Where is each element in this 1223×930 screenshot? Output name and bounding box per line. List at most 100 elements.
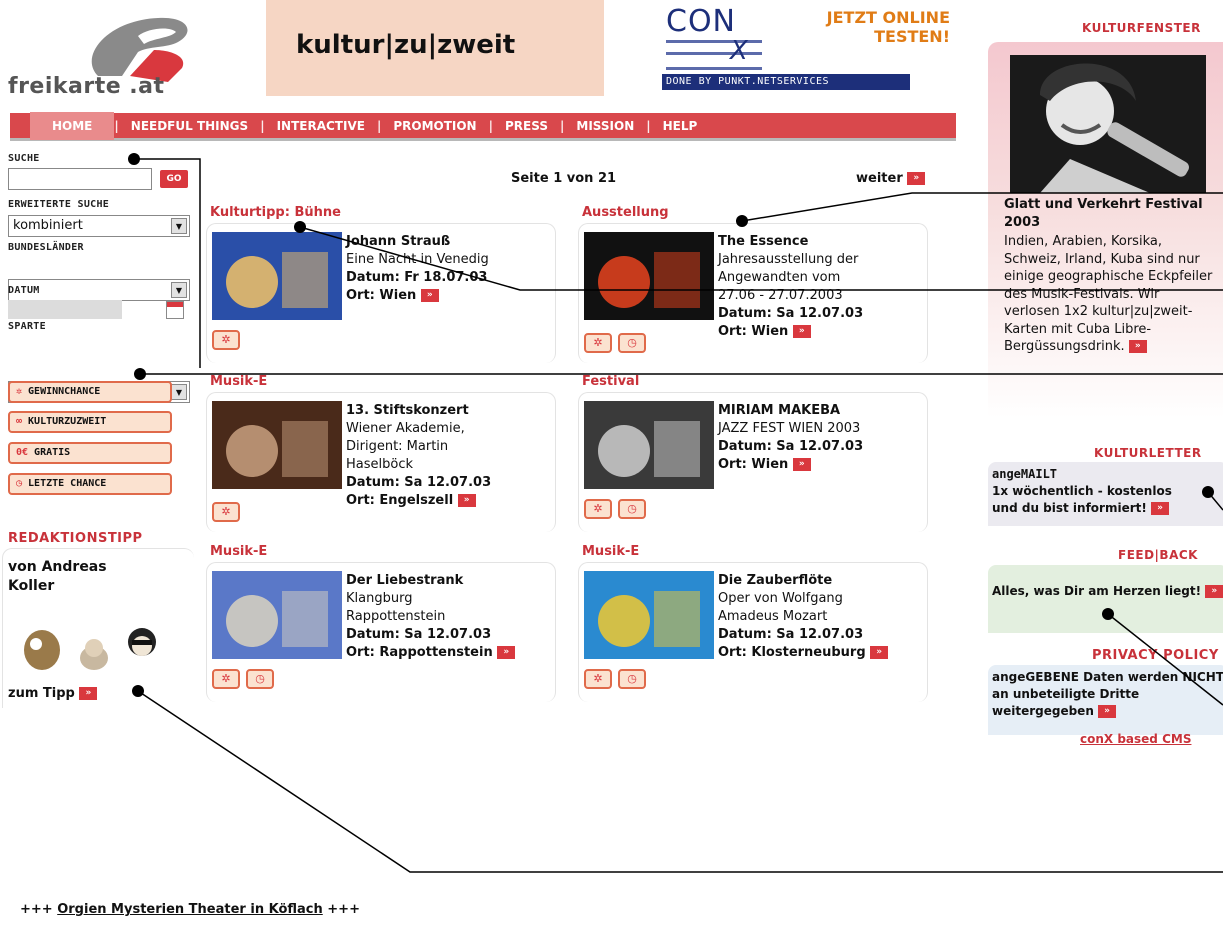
clock-icon[interactable]: ◷	[618, 669, 646, 689]
calendar-icon[interactable]	[166, 301, 184, 319]
event-card: Festival MIRIAM MAKEBA JAZZ FEST WIEN 20…	[578, 374, 932, 539]
arrow-right-icon[interactable]: »	[1151, 502, 1170, 515]
gratis-button[interactable]: 0€ GRATIS	[8, 442, 172, 464]
nav-separator: |	[488, 118, 493, 133]
ticker-link[interactable]: Orgien Mysterien Theater in Köflach	[57, 902, 323, 917]
search-label: SUCHE	[8, 153, 40, 164]
nav-press[interactable]: PRESS	[493, 119, 560, 133]
next-page-link[interactable]: weiter »	[856, 171, 926, 186]
event-card: Kulturtipp: Bühne Johann Strauß Eine Nac…	[206, 205, 560, 370]
event-desc-line: Eine Nacht in Venedig	[346, 252, 489, 267]
event-date: Datum: Sa 12.07.03	[718, 627, 864, 642]
event-thumbnail[interactable]	[212, 571, 342, 659]
arrow-right-icon[interactable]: »	[1205, 585, 1223, 598]
event-text: Der Liebestrank Klangburg Rappottenstein …	[346, 572, 556, 662]
clock-icon[interactable]: ◷	[618, 333, 646, 353]
kulturfenster-heading: KULTURFENSTER	[1082, 21, 1201, 35]
arrow-right-icon[interactable]: »	[792, 325, 811, 338]
nav-interactive[interactable]: INTERACTIVE	[265, 119, 377, 133]
event-card: Musik-E Der Liebestrank Klangburg Rappott…	[206, 544, 560, 709]
feedback-box[interactable]: Alles, was Dir am Herzen liegt! »	[988, 565, 1223, 633]
event-title[interactable]: MIRIAM MAKEBA	[718, 402, 928, 420]
event-text: 13. Stiftskonzert Wiener Akademie, Dirige…	[346, 402, 556, 510]
gewinnchance-button[interactable]: ✲ GEWINNCHANCE	[8, 381, 172, 403]
event-title[interactable]: 13. Stiftskonzert	[346, 402, 556, 420]
arrow-right-icon[interactable]: »	[497, 646, 516, 659]
redaktionstipp-heading: REDAKTIONSTIPP	[8, 531, 143, 546]
event-thumbnail[interactable]	[212, 232, 342, 320]
star-icon[interactable]: ✲	[584, 669, 612, 689]
event-place-row: Ort: Wien »	[346, 287, 556, 305]
clock-icon[interactable]: ◷	[618, 499, 646, 519]
feature-title[interactable]: Glatt und Verkehrt Festival 2003	[1004, 196, 1212, 232]
event-category[interactable]: Ausstellung	[582, 205, 932, 220]
event-title[interactable]: Johann Strauß	[346, 233, 556, 251]
kulturletter-box[interactable]: angeMAILT 1x wöchentlich - kostenlos und…	[988, 462, 1223, 526]
arrow-right-icon[interactable]: »	[1128, 340, 1147, 353]
event-thumbnail[interactable]	[584, 571, 714, 659]
nav-home[interactable]: HOME	[30, 111, 115, 140]
gewinnchance-label: GEWINNCHANCE	[28, 386, 101, 397]
event-category[interactable]: Musik-E	[210, 374, 560, 389]
nav-help[interactable]: HELP	[651, 119, 710, 133]
datum-input[interactable]	[8, 300, 122, 319]
event-title[interactable]: Der Liebestrank	[346, 572, 556, 590]
nav-promotion[interactable]: PROMOTION	[381, 119, 488, 133]
conx-slogan: JETZT ONLINE TESTEN!	[778, 8, 950, 46]
logo-text: freikarte .at	[8, 74, 165, 99]
event-title[interactable]: Die Zauberflöte	[718, 572, 928, 590]
privacy-box[interactable]: angeGEBENE Daten werden NICHT an unbetei…	[988, 665, 1223, 735]
search-input[interactable]	[8, 168, 152, 190]
event-category[interactable]: Musik-E	[582, 544, 932, 559]
arrow-right-icon[interactable]: »	[870, 646, 889, 659]
news-ticker: +++ Orgien Mysterien Theater in Köflach …	[20, 902, 360, 917]
arrow-right-icon[interactable]: »	[1098, 705, 1117, 718]
pointer-line-search	[134, 158, 201, 368]
event-title[interactable]: The Essence	[718, 233, 928, 251]
nav-mission[interactable]: MISSION	[564, 119, 646, 133]
letzte-chance-button[interactable]: ◷ LETZTE CHANCE	[8, 473, 172, 495]
star-icon[interactable]: ✲	[212, 669, 240, 689]
event-desc-line: Jahresausstellung der	[718, 252, 859, 267]
event-card: Ausstellung The Essence Jahresausstellun…	[578, 205, 932, 370]
conx-slogan-line2: TESTEN!	[874, 27, 950, 46]
event-desc-line: Dirigent: Martin	[346, 439, 449, 454]
event-place-row: Ort: Klosterneuburg »	[718, 644, 928, 662]
clock-icon[interactable]: ◷	[246, 669, 274, 689]
event-thumbnail[interactable]	[584, 232, 714, 320]
chevron-down-icon: ▼	[171, 384, 187, 400]
violinist-photo[interactable]	[1010, 55, 1206, 193]
event-category[interactable]: Musik-E	[210, 544, 560, 559]
go-button[interactable]: GO	[160, 170, 188, 188]
star-icon[interactable]: ✲	[584, 499, 612, 519]
glasses-icon: ∞	[16, 416, 23, 427]
kulturzuzweit-button[interactable]: ∞ KULTURZUZWEIT	[8, 411, 172, 433]
event-place: Ort: Wien	[718, 457, 789, 472]
feature-text: Indien, Arabien, Korsika, Schweiz, Irlan…	[1004, 233, 1214, 356]
event-thumbnail[interactable]	[584, 401, 714, 489]
star-icon[interactable]: ✲	[584, 333, 612, 353]
star-icon[interactable]: ✲	[212, 502, 240, 522]
star-icon[interactable]: ✲	[212, 330, 240, 350]
kulturzuzweit-label: KULTURZUZWEIT	[28, 416, 107, 427]
logo[interactable]: freikarte .at	[0, 0, 240, 104]
pointer-dot	[134, 368, 146, 380]
extended-search-select[interactable]: kombiniert ▼	[8, 215, 190, 237]
arrow-right-icon[interactable]: »	[420, 289, 439, 302]
arrow-right-icon[interactable]: »	[457, 494, 476, 507]
conx-cms-link[interactable]: conX based CMS	[1080, 732, 1191, 746]
event-category[interactable]: Kulturtipp: Bühne	[210, 205, 560, 220]
arrow-right-icon[interactable]: »	[792, 458, 811, 471]
conx-banner[interactable]: CON X JETZT ONLINE TESTEN! DONE BY PUNKT.…	[662, 4, 950, 90]
event-category[interactable]: Festival	[582, 374, 932, 389]
zum-tipp-link[interactable]: zum Tipp »	[8, 686, 98, 701]
event-actions: ✲ ◷	[212, 669, 280, 689]
event-desc-line: Klangburg	[346, 591, 413, 606]
event-desc-line: Oper von Wolfgang	[718, 591, 843, 606]
event-date: Datum: Sa 12.07.03	[346, 475, 492, 490]
kulturzuzweit-banner[interactable]: kultur|zu|zweit	[266, 0, 604, 96]
letzte-chance-label: LETZTE CHANCE	[28, 478, 107, 489]
event-place: Ort: Engelszell	[346, 493, 454, 508]
nav-needful-things[interactable]: NEEDFUL THINGS	[119, 119, 260, 133]
event-thumbnail[interactable]	[212, 401, 342, 489]
